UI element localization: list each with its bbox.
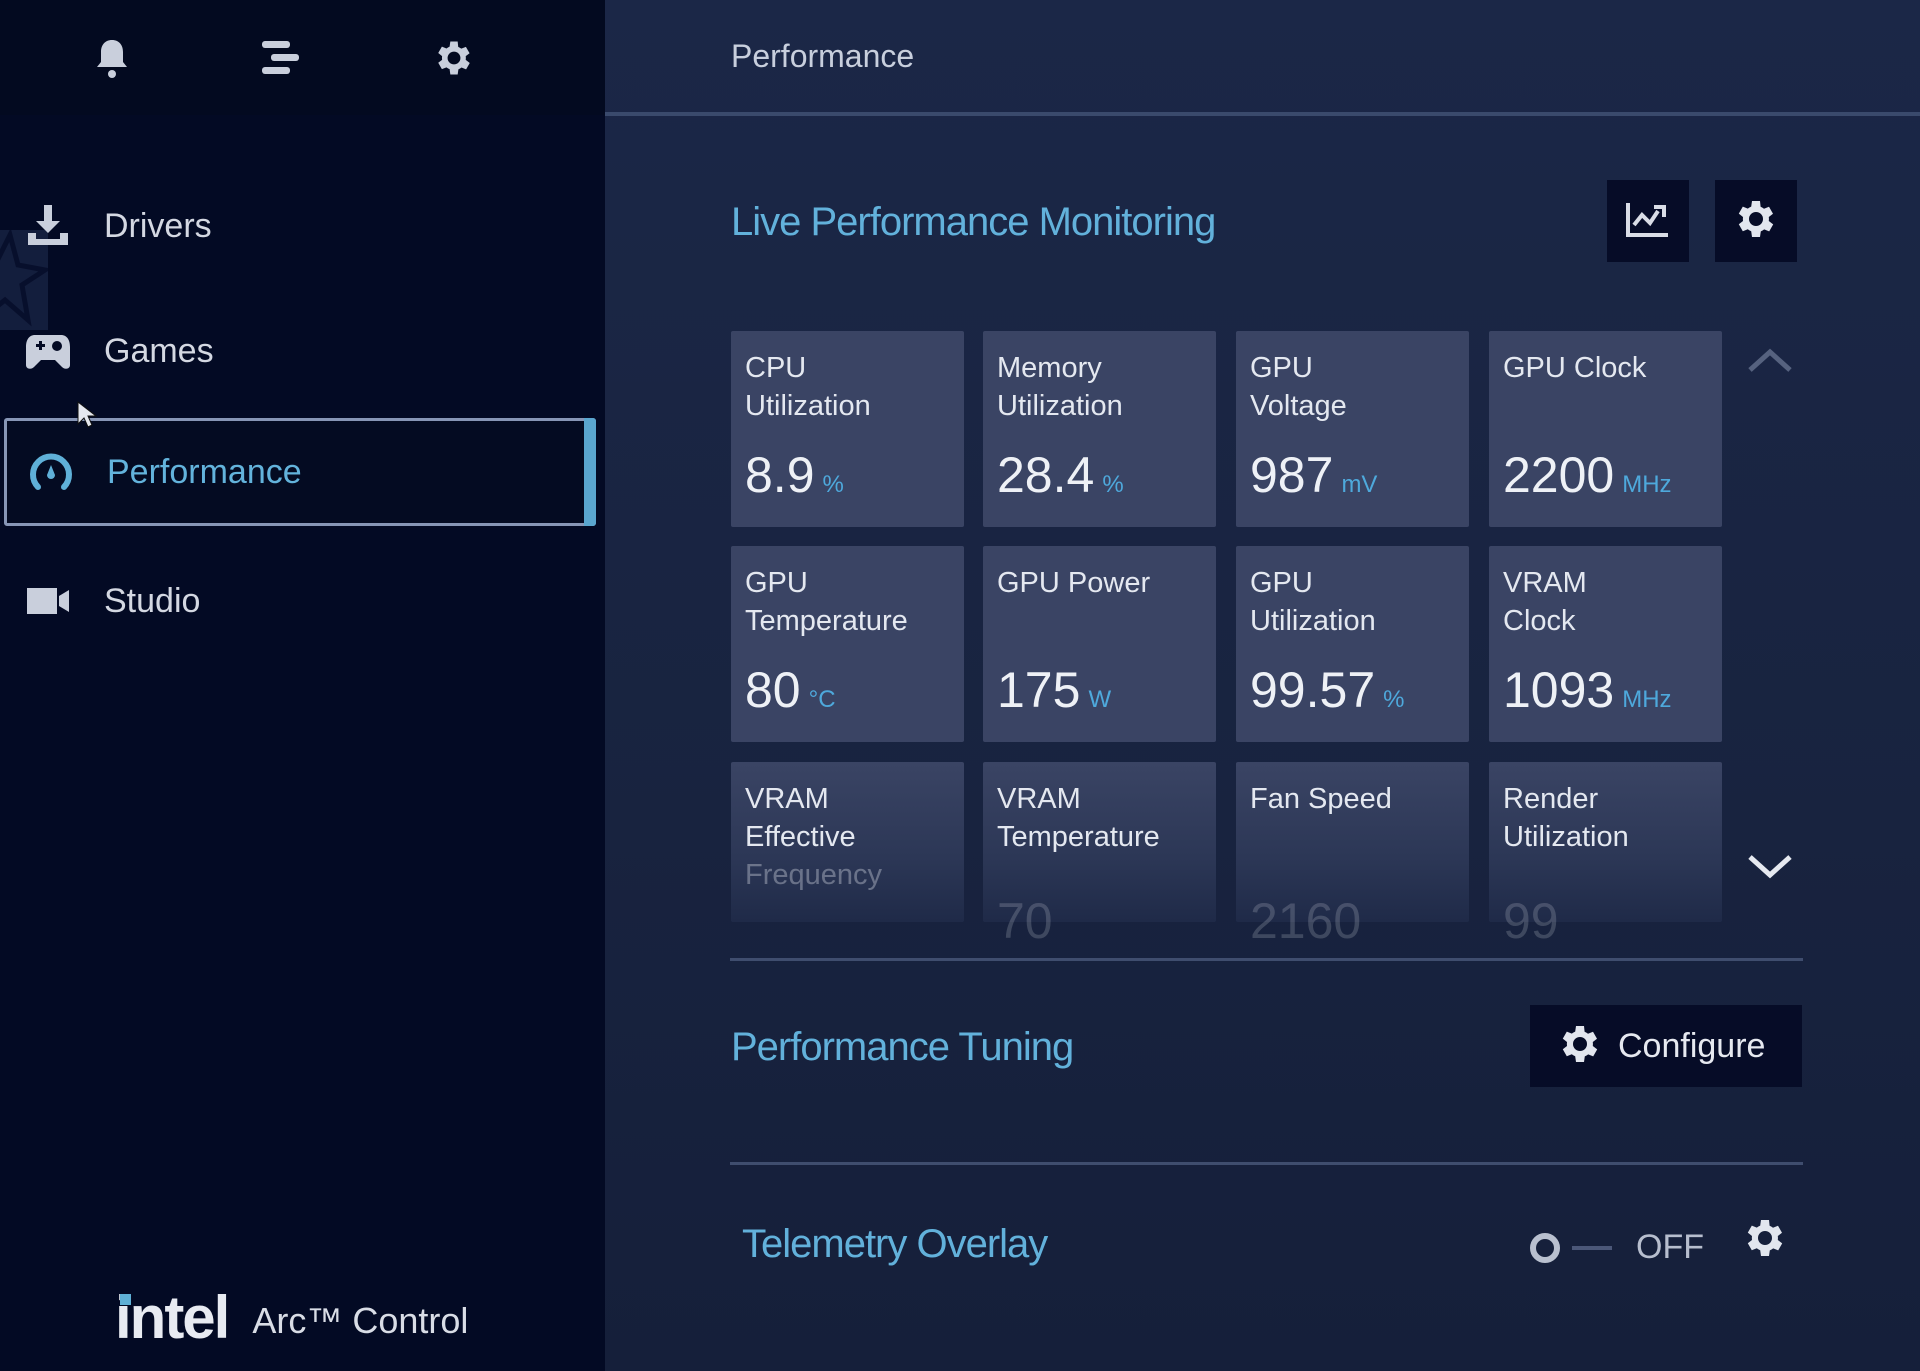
gear-icon	[1556, 1020, 1604, 1073]
telemetry-settings-button[interactable]	[1735, 1200, 1795, 1280]
gamepad-icon	[20, 323, 76, 379]
sidebar-toolbar	[0, 0, 605, 115]
intel-logo: intel	[115, 1284, 230, 1351]
sidebar: Drivers Games Performance Studio intel A…	[0, 0, 605, 1371]
metric-title: CPU Utilization	[745, 352, 871, 422]
metric-unit: mV	[1341, 471, 1378, 498]
app-brand: intel Arc™ Control	[115, 1288, 468, 1348]
metric-value: 99.57%	[1250, 662, 1405, 718]
metric-unit: W	[1088, 686, 1112, 713]
metric-title: GPU Utilization	[1250, 567, 1376, 637]
metric-unit: MHz	[1622, 686, 1672, 713]
metric-unit: °C	[808, 686, 836, 713]
sidebar-item-studio[interactable]: Studio	[4, 547, 596, 655]
page-title: Performance	[731, 38, 915, 74]
metric-title: GPU Clock	[1503, 352, 1647, 384]
performance-tuning-title: Performance Tuning	[731, 1025, 1074, 1069]
metric-unit: %	[1102, 471, 1124, 498]
gear-icon[interactable]	[430, 34, 478, 82]
metric-title: VRAM Temperature	[997, 783, 1160, 853]
sidebar-item-label: Studio	[104, 581, 201, 620]
metric-title: VRAM Effective Frequency	[745, 783, 883, 891]
metric-title: GPU Voltage	[1250, 352, 1347, 422]
configure-label: Configure	[1618, 1026, 1766, 1065]
metric-tile[interactable]: GPU Voltage 987 mV	[1236, 331, 1469, 527]
header-divider	[605, 112, 1920, 116]
menu-icon[interactable]	[258, 34, 306, 82]
download-icon	[20, 198, 76, 254]
metric-value: 175 W	[997, 662, 1112, 718]
metric-value: 70	[997, 893, 1053, 949]
metric-value: 987 mV	[1250, 447, 1378, 503]
metric-title: VRAM Clock	[1503, 567, 1587, 637]
bell-icon[interactable]	[88, 34, 136, 82]
monitoring-settings-button[interactable]	[1715, 180, 1797, 262]
metric-title: Memory Utilization	[997, 352, 1123, 422]
sidebar-item-label: Drivers	[104, 206, 212, 245]
sidebar-item-label: Performance	[107, 452, 302, 491]
chevron-down-icon	[1745, 855, 1795, 886]
metric-tile[interactable]: VRAM Temperature 70	[983, 762, 1216, 949]
toggle-state-label: OFF	[1636, 1228, 1704, 1266]
sidebar-item-games[interactable]: Games	[4, 297, 596, 405]
gear-icon	[1741, 1214, 1789, 1267]
chart-icon	[1624, 199, 1672, 244]
scroll-up-button[interactable]	[1745, 345, 1795, 380]
metric-title: GPU Temperature	[745, 567, 908, 637]
metric-unit: %	[1383, 686, 1405, 713]
metric-tile[interactable]: Memory Utilization 28.4%	[983, 331, 1216, 527]
metric-value	[745, 892, 753, 950]
metric-unit: %	[822, 471, 844, 498]
metric-title: GPU Power	[997, 567, 1151, 599]
metric-title: Render Utilization	[1503, 783, 1629, 853]
chevron-up-icon	[1745, 348, 1795, 379]
metric-tile[interactable]: Fan Speed 2160	[1236, 762, 1469, 949]
metric-tile[interactable]: GPU Power 175 W	[983, 546, 1216, 742]
telemetry-overlay-title: Telemetry Overlay	[742, 1222, 1048, 1266]
chart-button[interactable]	[1607, 180, 1689, 262]
metric-tile[interactable]: VRAM Effective Frequency	[731, 762, 964, 922]
metric-value: 80 °C	[745, 662, 836, 718]
toggle-knob	[1530, 1233, 1560, 1263]
metric-value: 2160	[1250, 893, 1362, 949]
toggle-track	[1572, 1246, 1612, 1250]
section-divider	[730, 1162, 1803, 1165]
main-panel: Performance Live Performance Monitoring …	[605, 0, 1920, 1371]
metric-value: 2200 MHz	[1503, 447, 1672, 503]
metric-value: 28.4%	[997, 447, 1124, 503]
mouse-cursor	[76, 400, 98, 435]
metric-unit: MHz	[1622, 471, 1672, 498]
metric-value: 99	[1503, 893, 1559, 949]
section-divider	[730, 958, 1803, 961]
metric-value: 8.9%	[745, 447, 844, 503]
metric-title: Fan Speed	[1250, 783, 1392, 815]
gear-icon	[1732, 195, 1780, 248]
sidebar-item-drivers[interactable]: Drivers	[4, 172, 596, 280]
metric-tile[interactable]: GPU Utilization 99.57%	[1236, 546, 1469, 742]
sidebar-item-label: Games	[104, 331, 214, 370]
scroll-down-button[interactable]	[1745, 852, 1795, 887]
metric-tile[interactable]: CPU Utilization 8.9%	[731, 331, 964, 527]
gauge-icon	[23, 444, 79, 500]
configure-button[interactable]: Configure	[1530, 1005, 1802, 1087]
live-monitoring-title: Live Performance Monitoring	[731, 200, 1216, 244]
product-name: Arc™ Control	[252, 1300, 469, 1341]
metric-tile[interactable]: GPU Temperature 80 °C	[731, 546, 964, 742]
metric-tile[interactable]: Render Utilization 99	[1489, 762, 1722, 949]
video-camera-icon	[20, 573, 76, 629]
page-header: Performance	[605, 0, 1920, 112]
metric-tile[interactable]: GPU Clock 2200 MHz	[1489, 331, 1722, 527]
metric-value: 1093 MHz	[1503, 662, 1672, 718]
metric-tile[interactable]: VRAM Clock 1093 MHz	[1489, 546, 1722, 742]
